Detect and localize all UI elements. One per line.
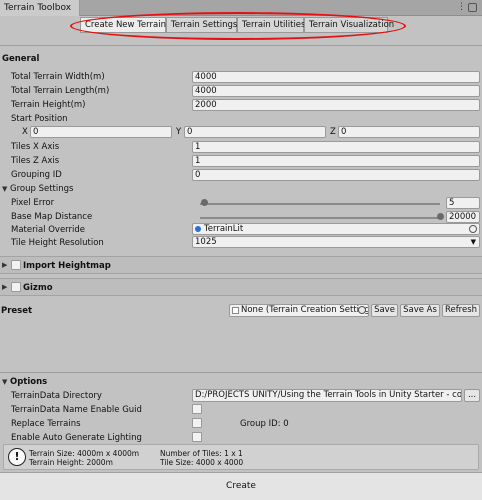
gizmo-label: Gizmo — [23, 283, 53, 293]
browse-directory-button[interactable]: ... — [464, 389, 480, 402]
menu-dots-icon[interactable]: ⋮ — [456, 2, 467, 13]
object-picker-icon[interactable] — [358, 306, 366, 314]
base-map-slider-track[interactable] — [200, 217, 440, 219]
divider — [0, 45, 482, 46]
tiles-z-field[interactable]: 1 — [192, 155, 480, 167]
tile-resolution-value: 1025 — [195, 237, 217, 247]
replace-terrains-label: Replace Terrains — [11, 419, 81, 429]
terrain-width-label: Total Terrain Width(m) — [11, 72, 105, 82]
terrain-length-field[interactable]: 4000 — [192, 85, 480, 97]
object-picker-icon[interactable] — [469, 225, 477, 233]
auto-lighting-checkbox[interactable] — [192, 432, 202, 442]
terrain-height-text: Terrain Height: 2000m — [29, 458, 113, 467]
z-label: Z — [330, 127, 336, 137]
material-sphere-icon — [195, 226, 201, 232]
highlight-annotation — [70, 12, 406, 40]
preset-icon — [232, 307, 239, 314]
base-map-slider-handle[interactable] — [436, 213, 444, 220]
chevron-down-icon: ▼ — [470, 238, 476, 246]
general-header: General — [2, 54, 40, 64]
number-of-tiles-text: Number of Tiles: 1 x 1 — [160, 449, 243, 458]
preset-save-as-button[interactable]: Save As — [400, 304, 440, 317]
preset-object-field[interactable]: None (Terrain Creation Setting — [229, 304, 369, 317]
window-tab[interactable]: Terrain Toolbox — [0, 0, 80, 16]
create-button[interactable]: Create — [0, 472, 482, 500]
pixel-error-field[interactable]: 5 — [446, 197, 480, 209]
divider — [0, 372, 482, 373]
terrain-length-label: Total Terrain Length(m) — [11, 86, 110, 96]
grouping-id-field[interactable]: 0 — [192, 169, 480, 181]
enable-guid-checkbox[interactable] — [192, 404, 202, 414]
tiles-x-label: Tiles X Axis — [11, 142, 60, 152]
tiles-x-field[interactable]: 1 — [192, 141, 480, 153]
window-title: Terrain Toolbox — [4, 3, 72, 13]
foldout-open-arrow-icon[interactable]: ▼ — [2, 185, 7, 193]
preset-label: Preset — [1, 306, 33, 316]
pixel-error-label: Pixel Error — [11, 198, 55, 208]
preset-value: None (Terrain Creation Setting — [241, 305, 369, 315]
enable-guid-label: TerrainData Name Enable Guid — [11, 405, 142, 415]
start-x-field[interactable]: 0 — [30, 126, 172, 138]
pixel-error-slider-track[interactable] — [200, 203, 440, 205]
start-position-label: Start Position — [11, 114, 68, 124]
tile-height-resolution-label: Tile Height Resolution — [11, 238, 104, 248]
lock-icon[interactable] — [468, 3, 477, 12]
material-value: TerrainLit — [204, 224, 244, 234]
terrain-height-field[interactable]: 2000 — [192, 99, 480, 111]
tile-height-resolution-dropdown[interactable]: 1025 ▼ — [192, 236, 480, 248]
terraindata-directory-label: TerrainData Directory — [11, 391, 102, 401]
material-override-label: Material Override — [11, 225, 86, 235]
info-exclamation-icon: ! — [8, 448, 26, 466]
x-label: X — [22, 127, 28, 137]
tiles-z-label: Tiles Z Axis — [11, 156, 60, 166]
group-settings-header[interactable]: Group Settings — [10, 184, 73, 194]
base-map-distance-label: Base Map Distance — [11, 212, 93, 222]
terrain-height-label: Terrain Height(m) — [11, 100, 86, 110]
foldout-closed-arrow-icon: ▶ — [2, 283, 8, 291]
options-header[interactable]: Options — [10, 377, 47, 387]
terraindata-directory-field[interactable]: D:/PROJECTS UNITY/Using the Terrain Tool… — [192, 389, 462, 402]
terrain-toolbox-window: Terrain Toolbox ⋮ Create New Terrain Ter… — [0, 0, 482, 500]
base-map-distance-field[interactable]: 20000 — [446, 211, 480, 223]
preset-save-button[interactable]: Save — [371, 304, 398, 317]
start-y-field[interactable]: 0 — [184, 126, 326, 138]
tile-size-text: Tile Size: 4000 x 4000 — [160, 458, 244, 467]
group-id-text: Group ID: 0 — [240, 419, 289, 429]
preset-refresh-button[interactable]: Refresh — [442, 304, 480, 317]
y-label: Y — [176, 127, 182, 137]
auto-lighting-label: Enable Auto Generate Lighting — [11, 433, 142, 443]
foldout-open-arrow-icon[interactable]: ▼ — [2, 378, 7, 386]
import-heightmap-foldout[interactable]: ▶ Import Heightmap — [0, 256, 482, 274]
terrain-size-text: Terrain Size: 4000m x 4000m — [29, 449, 140, 458]
import-heightmap-checkbox[interactable] — [11, 260, 21, 270]
replace-terrains-checkbox[interactable] — [192, 418, 202, 428]
start-z-field[interactable]: 0 — [338, 126, 480, 138]
import-heightmap-label: Import Heightmap — [23, 261, 111, 271]
grouping-id-label: Grouping ID — [11, 170, 62, 180]
terrain-info-box: ! Terrain Size: 4000m x 4000m Terrain He… — [3, 444, 479, 470]
terrain-width-field[interactable]: 4000 — [192, 71, 480, 83]
material-override-field[interactable]: TerrainLit — [192, 223, 480, 235]
gizmo-checkbox[interactable] — [11, 282, 21, 292]
gizmo-foldout[interactable]: ▶ Gizmo — [0, 278, 482, 296]
foldout-closed-arrow-icon: ▶ — [2, 261, 8, 269]
